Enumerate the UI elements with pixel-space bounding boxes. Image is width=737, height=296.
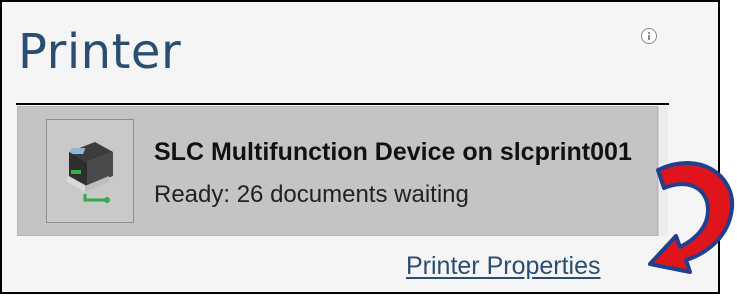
printer-status: Ready: 26 documents waiting [154, 181, 469, 208]
printer-section-title: Printer [18, 24, 182, 80]
info-icon[interactable] [641, 28, 657, 44]
printer-icon-frame [46, 119, 134, 223]
printer-name: SLC Multifunction Device on slcprint001 [154, 138, 632, 166]
section-divider [16, 103, 669, 105]
printer-properties-link[interactable]: Printer Properties [406, 250, 601, 282]
printer-panel: Printer SLC Multifunction Device on slcp… [0, 0, 720, 294]
printer-list-scrollbar[interactable] [658, 106, 668, 236]
printer-icon [67, 142, 113, 203]
printer-selector[interactable]: SLC Multifunction Device on slcprint001 … [17, 106, 658, 236]
